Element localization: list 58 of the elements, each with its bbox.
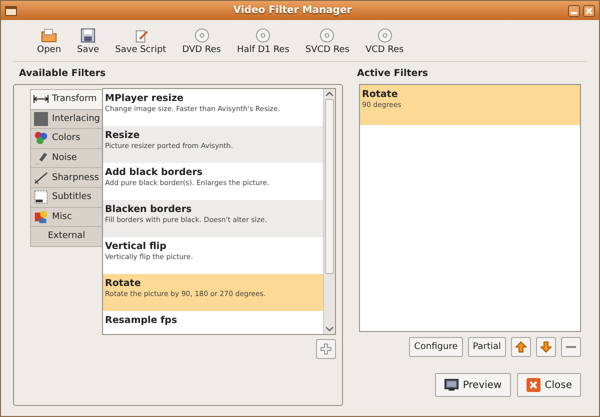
filter-name: Vertical flip <box>105 241 168 252</box>
brush-icon <box>33 170 49 185</box>
remove-button[interactable] <box>561 337 581 357</box>
move-up-button[interactable] <box>511 337 531 357</box>
folder-icon <box>41 28 58 43</box>
down-arrow-icon <box>540 341 552 353</box>
disc-icon <box>319 28 336 43</box>
scroll-up-icon[interactable] <box>325 89 334 98</box>
eraser-icon <box>33 151 49 166</box>
category-tab[interactable]: External <box>30 226 102 247</box>
category-tab[interactable]: Sharpness <box>30 167 102 188</box>
action-button[interactable]: Partial <box>468 337 506 357</box>
disc-icon <box>194 28 210 43</box>
minimize-icon[interactable] <box>568 4 580 16</box>
category-tab[interactable]: Misc <box>30 206 102 228</box>
filter-name: Rotate <box>362 89 399 100</box>
disc-icon <box>255 28 272 43</box>
dialog-button[interactable]: Close <box>516 373 581 397</box>
close-icon[interactable] <box>583 4 595 16</box>
scrollbar[interactable] <box>323 89 335 334</box>
filter-name: Resample fps <box>105 315 178 326</box>
close-icon <box>526 378 541 392</box>
section-heading: Active Filters <box>357 68 430 79</box>
toolbar-button[interactable]: Open <box>31 26 68 57</box>
color-circles-icon <box>33 131 49 146</box>
move-down-button[interactable] <box>536 337 556 357</box>
filter-name: Resize <box>105 130 141 141</box>
plus-icon <box>320 343 332 355</box>
category-tab[interactable]: Subtitles <box>30 186 102 208</box>
category-tab[interactable]: Interlacing <box>30 108 102 130</box>
category-tab[interactable]: Noise <box>30 148 102 168</box>
square-icon <box>33 112 49 126</box>
up-arrow-icon <box>515 341 527 353</box>
monitor-icon <box>444 378 459 392</box>
misc-icon <box>33 210 49 224</box>
toolbar-button[interactable]: SVCD Res <box>299 26 356 57</box>
screen-icon <box>33 190 49 204</box>
filter-name: Blacken borders <box>105 204 193 215</box>
toolbar-button[interactable]: DVD Res <box>176 26 227 57</box>
scroll-thumb[interactable] <box>325 99 334 274</box>
floppy-icon <box>80 28 96 43</box>
toolbar-button[interactable]: Save <box>71 26 106 57</box>
toolbar-button[interactable]: VCD Res <box>359 26 410 57</box>
window-title: Video Filter Manager <box>232 5 353 16</box>
filter-name: Rotate <box>105 278 142 289</box>
toolbar-button[interactable]: Save Script <box>109 26 172 57</box>
category-tab[interactable]: Transform <box>30 89 102 110</box>
dialog-button[interactable]: Preview <box>434 373 511 397</box>
action-button[interactable]: Configure <box>409 337 463 357</box>
toolbar-button[interactable]: Half D1 Res <box>231 26 296 57</box>
filter-name: MPlayer resize <box>105 93 184 104</box>
disc-icon <box>376 28 393 43</box>
section-heading: Available Filters <box>19 68 107 79</box>
scroll-down-icon[interactable] <box>325 325 334 334</box>
add-button[interactable] <box>316 339 336 359</box>
category-tab[interactable]: Colors <box>30 128 102 149</box>
window-menu-icon[interactable] <box>5 6 17 16</box>
filter-name: Add black borders <box>105 167 204 178</box>
